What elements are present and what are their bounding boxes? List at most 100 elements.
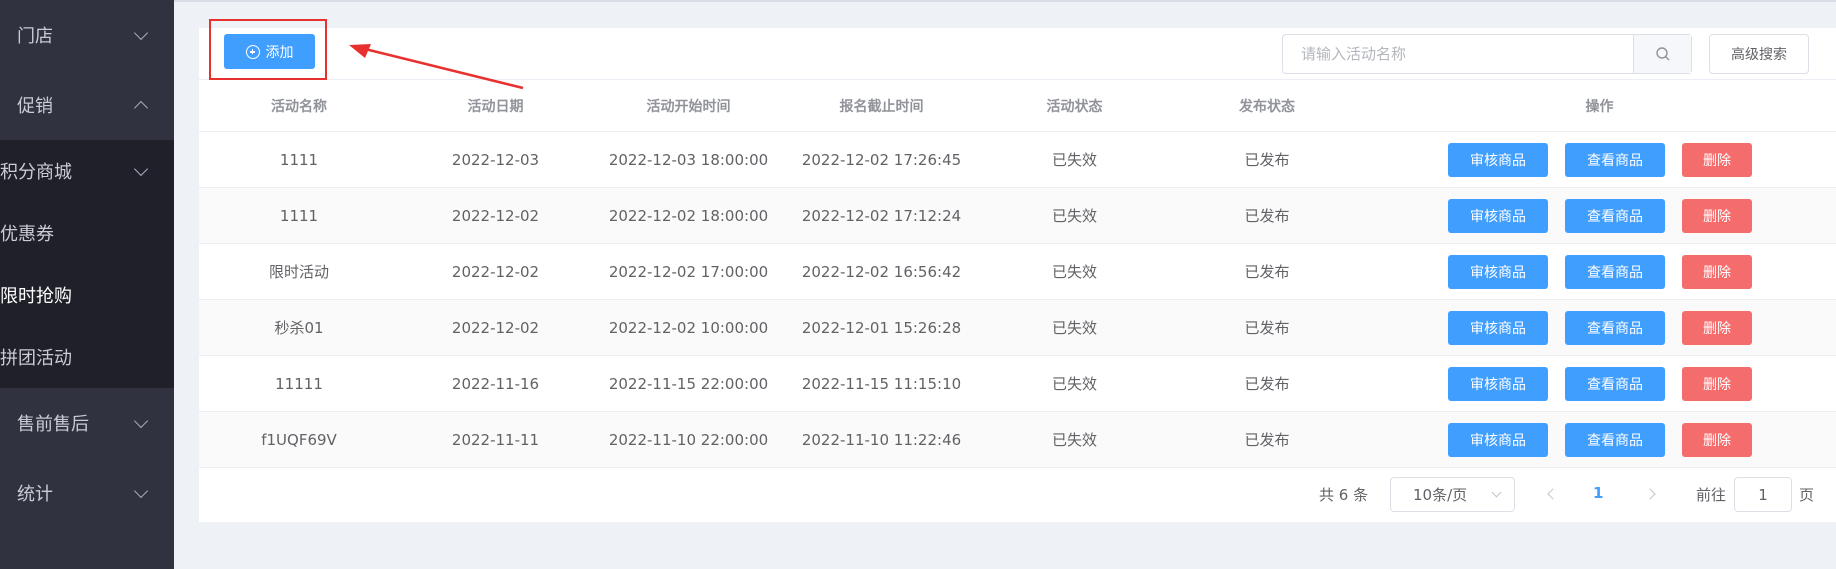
- cell-name: f1UQF69V: [261, 430, 337, 449]
- cell-start: 2022-11-15 22:00:00: [608, 374, 769, 393]
- cell-publish: 已发布: [1244, 375, 1290, 393]
- chevron-left-icon: [1547, 488, 1559, 500]
- view-goods-button[interactable]: 查看商品: [1565, 254, 1665, 289]
- cell-status: 已失效: [1051, 375, 1097, 393]
- view-goods-button[interactable]: 查看商品: [1565, 310, 1665, 345]
- cell-actions: 审核商品 查看商品 删除: [1363, 142, 1836, 177]
- cell-publish: 已发布: [1244, 151, 1290, 169]
- cell-publish: 已发布: [1244, 319, 1290, 337]
- page-number-current[interactable]: 1: [1593, 484, 1603, 502]
- cell-date: 2022-11-11: [451, 430, 540, 449]
- table-row: 限时活动 2022-12-02 2022-12-02 17:00:00 2022…: [199, 244, 1836, 300]
- menu-group-store[interactable]: 门店: [0, 0, 174, 70]
- main-content: 添加 高级搜索 活动名称 活动日期 活动开始时: [174, 0, 1836, 569]
- pagination: 共 6 条 10条/页 1 前往 页: [199, 470, 1836, 522]
- chevron-right-icon: [1644, 488, 1656, 500]
- search-button[interactable]: [1633, 35, 1691, 73]
- page-size-select[interactable]: 10条/页: [1390, 477, 1515, 512]
- cell-status: 已失效: [1051, 263, 1097, 281]
- cell-actions: 审核商品 查看商品 删除: [1363, 254, 1836, 289]
- review-goods-button[interactable]: 审核商品: [1448, 198, 1548, 233]
- cell-date: 2022-12-02: [451, 262, 540, 281]
- next-page-button[interactable]: [1640, 484, 1660, 504]
- column-header: 活动日期: [467, 98, 524, 115]
- chevron-down-icon: [133, 483, 149, 498]
- delete-button[interactable]: 删除: [1682, 254, 1752, 289]
- review-goods-button[interactable]: 审核商品: [1448, 142, 1548, 177]
- view-goods-button[interactable]: 查看商品: [1565, 366, 1665, 401]
- goto-suffix: 页: [1799, 486, 1815, 504]
- menu-group-promotion[interactable]: 促销: [0, 70, 174, 140]
- cell-status: 已失效: [1051, 431, 1097, 449]
- total-count: 共 6 条: [1319, 486, 1369, 504]
- delete-button[interactable]: 删除: [1682, 366, 1752, 401]
- column-header: 发布状态: [1239, 98, 1295, 115]
- add-button-label: 添加: [265, 44, 294, 61]
- view-goods-button[interactable]: 查看商品: [1565, 422, 1665, 457]
- chevron-down-icon: [133, 161, 149, 176]
- cell-deadline: 2022-11-15 11:15:10: [801, 374, 962, 393]
- review-goods-button[interactable]: 审核商品: [1448, 254, 1548, 289]
- view-goods-button[interactable]: 查看商品: [1565, 198, 1665, 233]
- sidebar-item-coupons[interactable]: 优惠券: [0, 202, 174, 264]
- goto-page-input[interactable]: [1734, 477, 1792, 512]
- column-header: 报名截止时间: [839, 98, 924, 115]
- search-box: [1282, 34, 1692, 74]
- cell-publish: 已发布: [1244, 207, 1290, 225]
- sidebar-item-points-mall[interactable]: 积分商城: [0, 140, 174, 202]
- sidebar-item-label: 拼团活动: [0, 348, 72, 369]
- cell-status: 已失效: [1051, 151, 1097, 169]
- cell-deadline: 2022-12-02 16:56:42: [801, 262, 962, 281]
- cell-status: 已失效: [1051, 207, 1097, 225]
- cell-date: 2022-11-16: [451, 374, 540, 393]
- sidebar: 门店 促销 积分商城 优惠券 限时抢购 拼团活动 售前售后 统计: [0, 0, 174, 569]
- cell-deadline: 2022-12-02 17:12:24: [801, 206, 962, 225]
- sidebar-item-group-buy[interactable]: 拼团活动: [0, 326, 174, 388]
- cell-date: 2022-12-02: [451, 206, 540, 225]
- plus-circle-icon: [245, 44, 260, 59]
- table-row: f1UQF69V 2022-11-11 2022-11-10 22:00:00 …: [199, 412, 1836, 468]
- cell-start: 2022-12-03 18:00:00: [608, 150, 769, 169]
- table-row: 1111 2022-12-03 2022-12-03 18:00:00 2022…: [199, 132, 1836, 188]
- cell-deadline: 2022-12-01 15:26:28: [801, 318, 962, 337]
- delete-button[interactable]: 删除: [1682, 422, 1752, 457]
- chevron-down-icon: [133, 25, 149, 40]
- sidebar-item-label: 积分商城: [0, 162, 72, 183]
- advanced-search-button[interactable]: 高级搜索: [1709, 34, 1809, 74]
- menu-group-label: 售前售后: [17, 414, 89, 435]
- sidebar-item-flash-sale[interactable]: 限时抢购: [0, 264, 174, 326]
- delete-button[interactable]: 删除: [1682, 142, 1752, 177]
- cell-name: 限时活动: [268, 263, 329, 281]
- review-goods-button[interactable]: 审核商品: [1448, 310, 1548, 345]
- cell-name: 1111: [279, 206, 319, 225]
- search-input[interactable]: [1283, 35, 1633, 73]
- menu-group-after-sales[interactable]: 售前售后: [0, 388, 174, 458]
- sidebar-item-label: 限时抢购: [0, 286, 72, 307]
- cell-name: 11111: [275, 374, 323, 393]
- prev-page-button[interactable]: [1543, 484, 1563, 504]
- cell-start: 2022-12-02 18:00:00: [608, 206, 769, 225]
- cell-start: 2022-12-02 17:00:00: [608, 262, 769, 281]
- view-goods-button[interactable]: 查看商品: [1565, 142, 1665, 177]
- delete-button[interactable]: 删除: [1682, 310, 1752, 345]
- cell-name: 秒杀01: [274, 319, 324, 337]
- delete-button[interactable]: 删除: [1682, 198, 1752, 233]
- promotion-submenu: 积分商城 优惠券 限时抢购 拼团活动: [0, 140, 174, 388]
- review-goods-button[interactable]: 审核商品: [1448, 366, 1548, 401]
- cell-publish: 已发布: [1244, 431, 1290, 449]
- menu-group-statistics[interactable]: 统计: [0, 458, 174, 528]
- column-header: 操作: [1585, 98, 1614, 115]
- cell-actions: 审核商品 查看商品 删除: [1363, 366, 1836, 401]
- toolbar: 添加 高级搜索: [199, 19, 1836, 90]
- cell-actions: 审核商品 查看商品 删除: [1363, 422, 1836, 457]
- add-button[interactable]: 添加: [224, 34, 315, 69]
- page-size-value: 10条/页: [1413, 486, 1468, 504]
- goto-label: 前往: [1696, 486, 1727, 504]
- chevron-down-icon: [133, 413, 149, 428]
- menu-group-label: 门店: [17, 26, 53, 47]
- content-card: 添加 高级搜索 活动名称 活动日期 活动开始时: [199, 19, 1836, 522]
- chevron-up-icon: [133, 100, 149, 115]
- cell-start: 2022-11-10 22:00:00: [608, 430, 769, 449]
- review-goods-button[interactable]: 审核商品: [1448, 422, 1548, 457]
- menu-group-label: 促销: [17, 96, 53, 117]
